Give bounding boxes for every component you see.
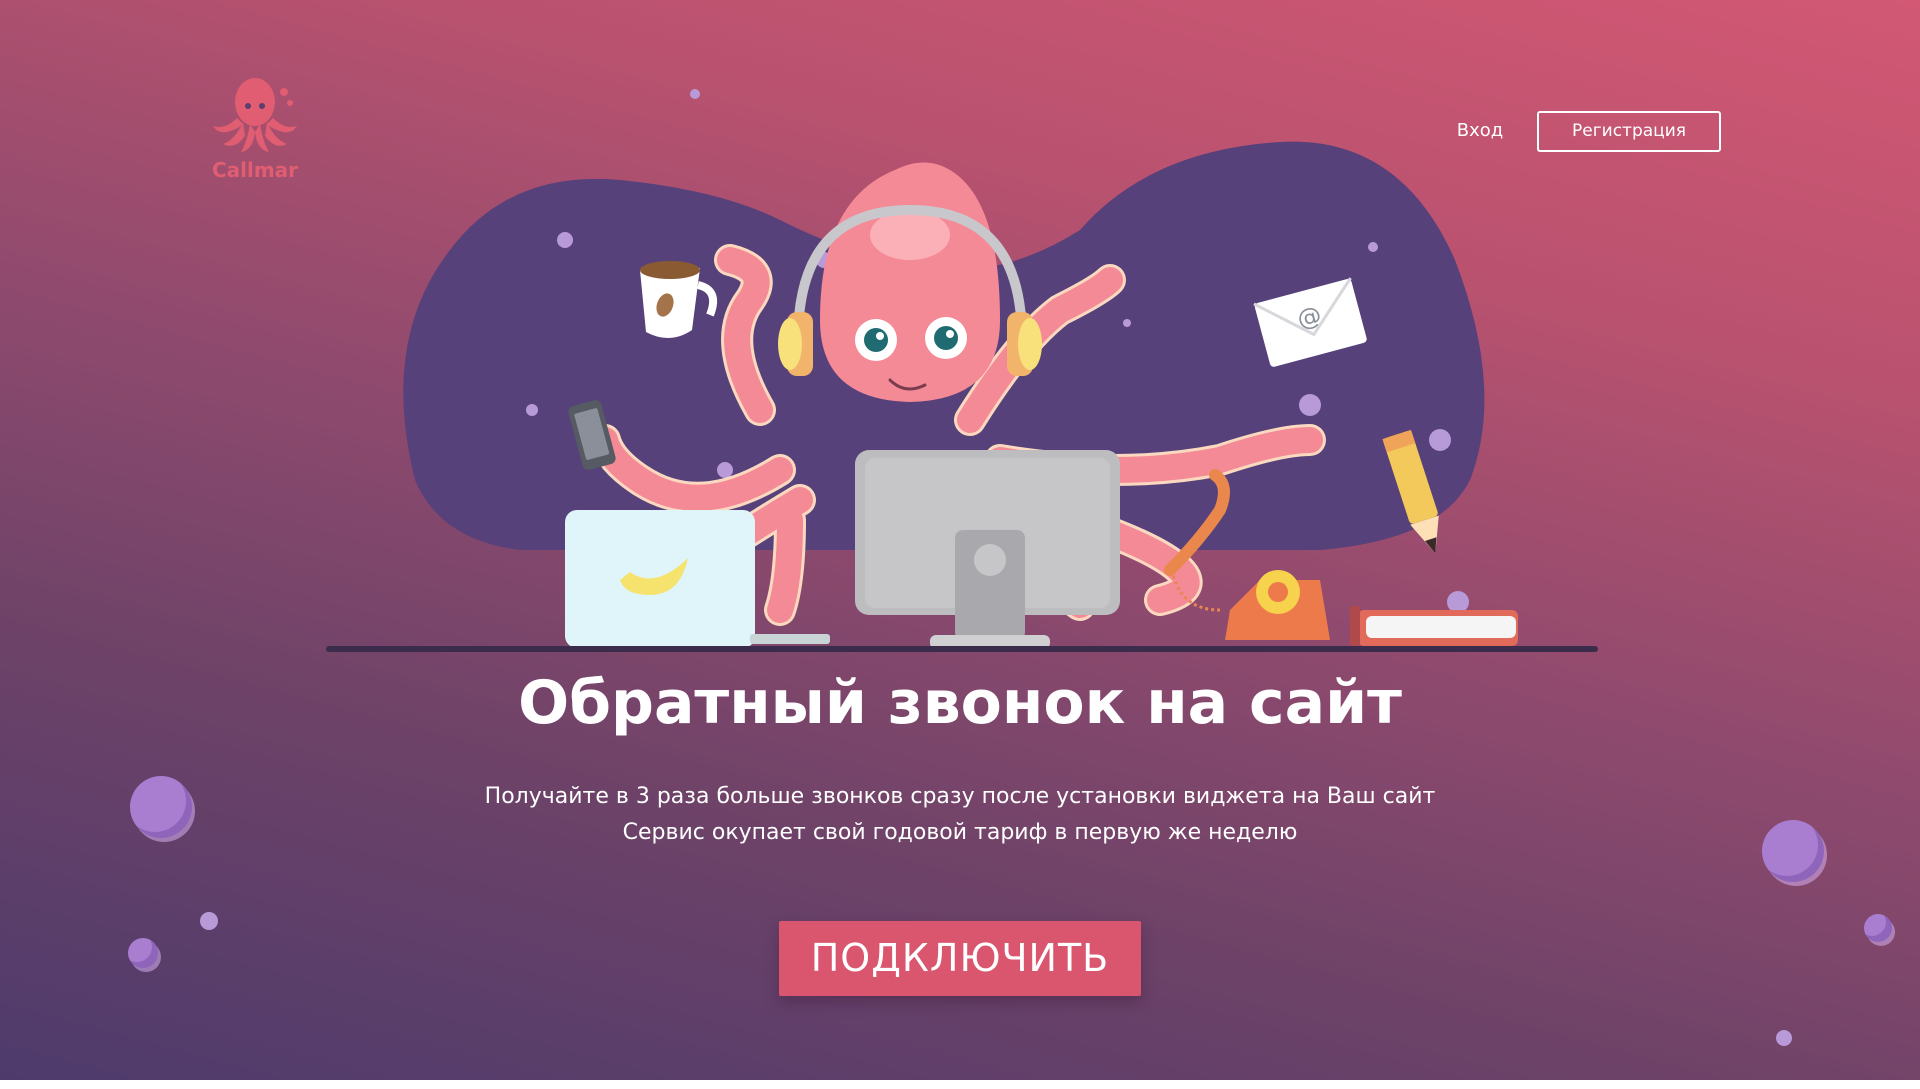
logo-link[interactable]: Callmar	[205, 70, 305, 185]
decorative-dot	[200, 912, 218, 930]
hero-headline: Обратный звонок на сайт	[518, 668, 1402, 738]
decorative-bubble-small-left	[128, 938, 158, 968]
octopus-head	[820, 162, 1000, 402]
decorative-dot	[1776, 1030, 1792, 1046]
decorative-dot	[690, 89, 700, 99]
hero-section: Callmar Вход Регистрация @ Обратный звон…	[0, 0, 1920, 1080]
books-icon	[1350, 606, 1518, 646]
octopus-logo-icon	[213, 78, 297, 152]
logo-text: Callmar	[211, 158, 299, 182]
decorative-bubble-small-right	[1864, 914, 1892, 942]
octopus-operator-illustration: @	[326, 141, 1598, 652]
hero-subtitle-line2: Сервис окупает свой годовой тариф в перв…	[622, 820, 1298, 845]
connect-button[interactable]: ПОДКЛЮЧИТЬ	[779, 921, 1141, 996]
hero-subtitle-line1: Получайте в 3 раза больше звонков сразу …	[484, 784, 1436, 809]
